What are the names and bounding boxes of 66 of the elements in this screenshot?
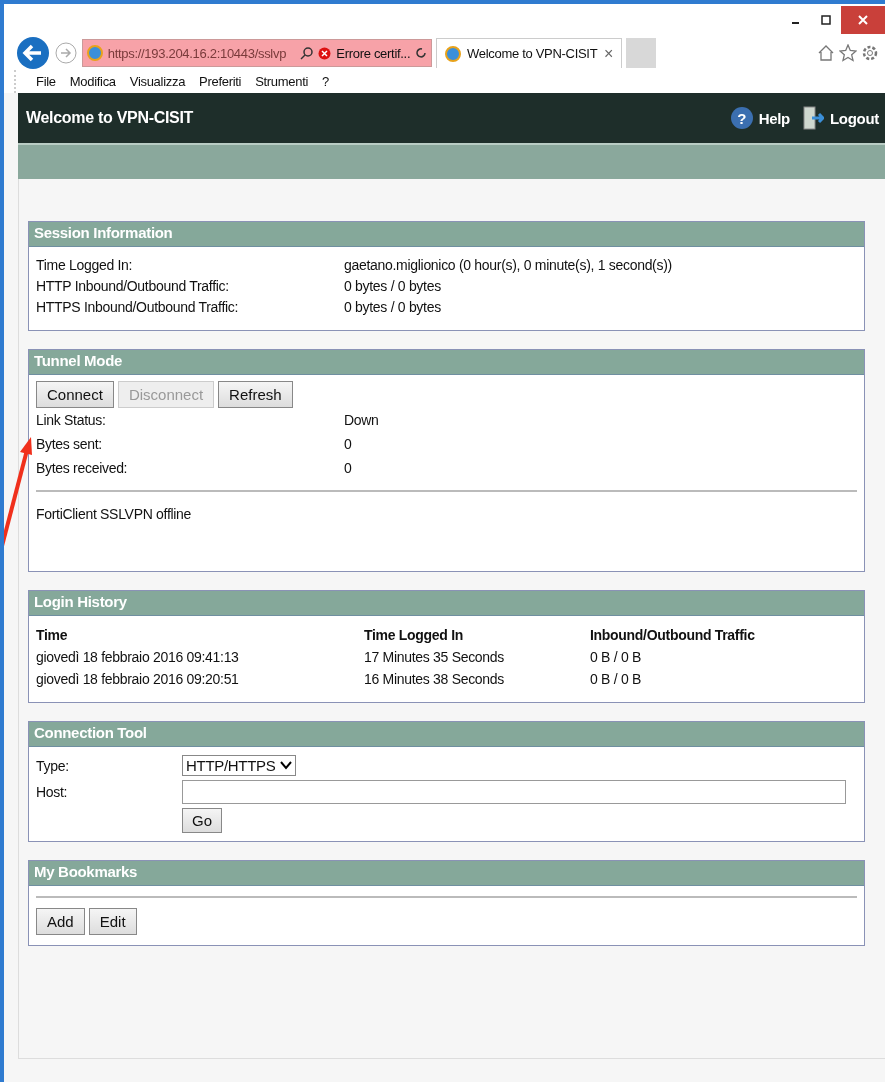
back-button[interactable]	[16, 36, 50, 70]
panel-title: My Bookmarks	[29, 861, 864, 886]
home-icon[interactable]	[817, 44, 835, 62]
panel-title: Session Information	[29, 222, 864, 247]
menu-item[interactable]: Preferiti	[199, 74, 242, 89]
forward-button[interactable]	[54, 41, 78, 65]
field-label: Host:	[36, 784, 69, 800]
field-label: Link Status:	[36, 411, 107, 430]
globe-icon	[445, 45, 461, 62]
table-cell-text: giovedì 18 febbraio 2016 09:41:13	[36, 648, 240, 667]
maximize-icon[interactable]	[821, 15, 831, 25]
field-value: 0	[344, 459, 353, 478]
bookmark-button[interactable]: Add	[36, 908, 85, 935]
chevron-icon	[279, 761, 292, 770]
logout-link[interactable]: Logout	[830, 109, 879, 127]
globe-icon	[87, 45, 103, 61]
tab-close-button[interactable]: ×	[603, 44, 613, 63]
tunnel-button[interactable]: Connect	[36, 381, 114, 408]
table-cell-text: 0 B / 0 B	[590, 670, 642, 689]
host-input[interactable]	[182, 780, 846, 804]
field-label: HTTP Inbound/Outbound Traffic:	[36, 277, 230, 296]
column-header: Time	[36, 626, 69, 645]
panel-title: Login History	[29, 591, 864, 616]
search-icon[interactable]	[299, 46, 314, 60]
status-message: FortiClient SSLVPN offline	[36, 505, 193, 524]
table-cell-text: giovedì 18 febbraio 2016 09:20:51	[36, 670, 240, 689]
tab-title: Welcome to VPN-CISIT	[467, 46, 598, 61]
type-dropdown[interactable]: HTTP/HTTPS	[182, 755, 296, 776]
door-icon[interactable]	[802, 106, 824, 130]
panel-title: Tunnel Mode	[29, 350, 864, 375]
menu-item[interactable]: File	[36, 74, 56, 89]
table-cell-text: 16 Minutes 38 Seconds	[364, 670, 506, 689]
help-link[interactable]: Help	[758, 109, 790, 127]
close-icon	[857, 14, 869, 26]
menu-item[interactable]: Visualizza	[129, 74, 186, 89]
field-value: Down	[344, 411, 380, 430]
field-label: Bytes received:	[36, 459, 129, 478]
star-icon[interactable]	[839, 44, 857, 62]
close-button[interactable]	[841, 6, 885, 34]
field-label: Time Logged In:	[36, 256, 134, 275]
column-header: Time Logged In	[364, 626, 464, 645]
menu-item[interactable]: Strumenti	[255, 74, 309, 89]
bookmark-button[interactable]: Edit	[88, 908, 137, 935]
certificate-error[interactable]: Errore certif...	[336, 45, 411, 61]
field-value: 0	[344, 435, 353, 454]
browser-tab[interactable]: Welcome to VPN-CISIT ×	[436, 38, 622, 68]
menu-item[interactable]: ?	[322, 74, 330, 89]
refresh-icon[interactable]	[415, 47, 428, 59]
field-value: gaetano.miglionico (0 hour(s), 0 minute(s), 1 second(s))	[344, 256, 673, 275]
error-icon	[318, 46, 332, 60]
field-label: Type:	[36, 757, 70, 774]
tunnel-button[interactable]: Refresh	[218, 381, 293, 408]
page-title: Welcome to VPN-CISIT	[26, 109, 194, 127]
field-value: 0 bytes / 0 bytes	[344, 277, 442, 296]
go-button[interactable]: Go	[182, 808, 222, 833]
menu-item[interactable]: Modifica	[69, 74, 116, 89]
table-cell-text: 17 Minutes 35 Seconds	[364, 648, 506, 667]
table-cell-text: 0 B / 0 B	[590, 648, 642, 667]
settings-icon[interactable]	[861, 44, 879, 62]
column-header: Inbound/Outbound Traffic	[590, 626, 756, 645]
field-value: 0 bytes / 0 bytes	[344, 298, 442, 317]
panel-title: Connection Tool	[29, 722, 864, 747]
address-bar[interactable]: https://193.204.16.2:10443/sslvp Errore certif...	[82, 39, 432, 67]
field-label: Bytes sent:	[36, 435, 103, 454]
help-icon[interactable]: ?	[730, 107, 753, 129]
field-label: HTTPS Inbound/Outbound Traffic:	[36, 298, 240, 317]
